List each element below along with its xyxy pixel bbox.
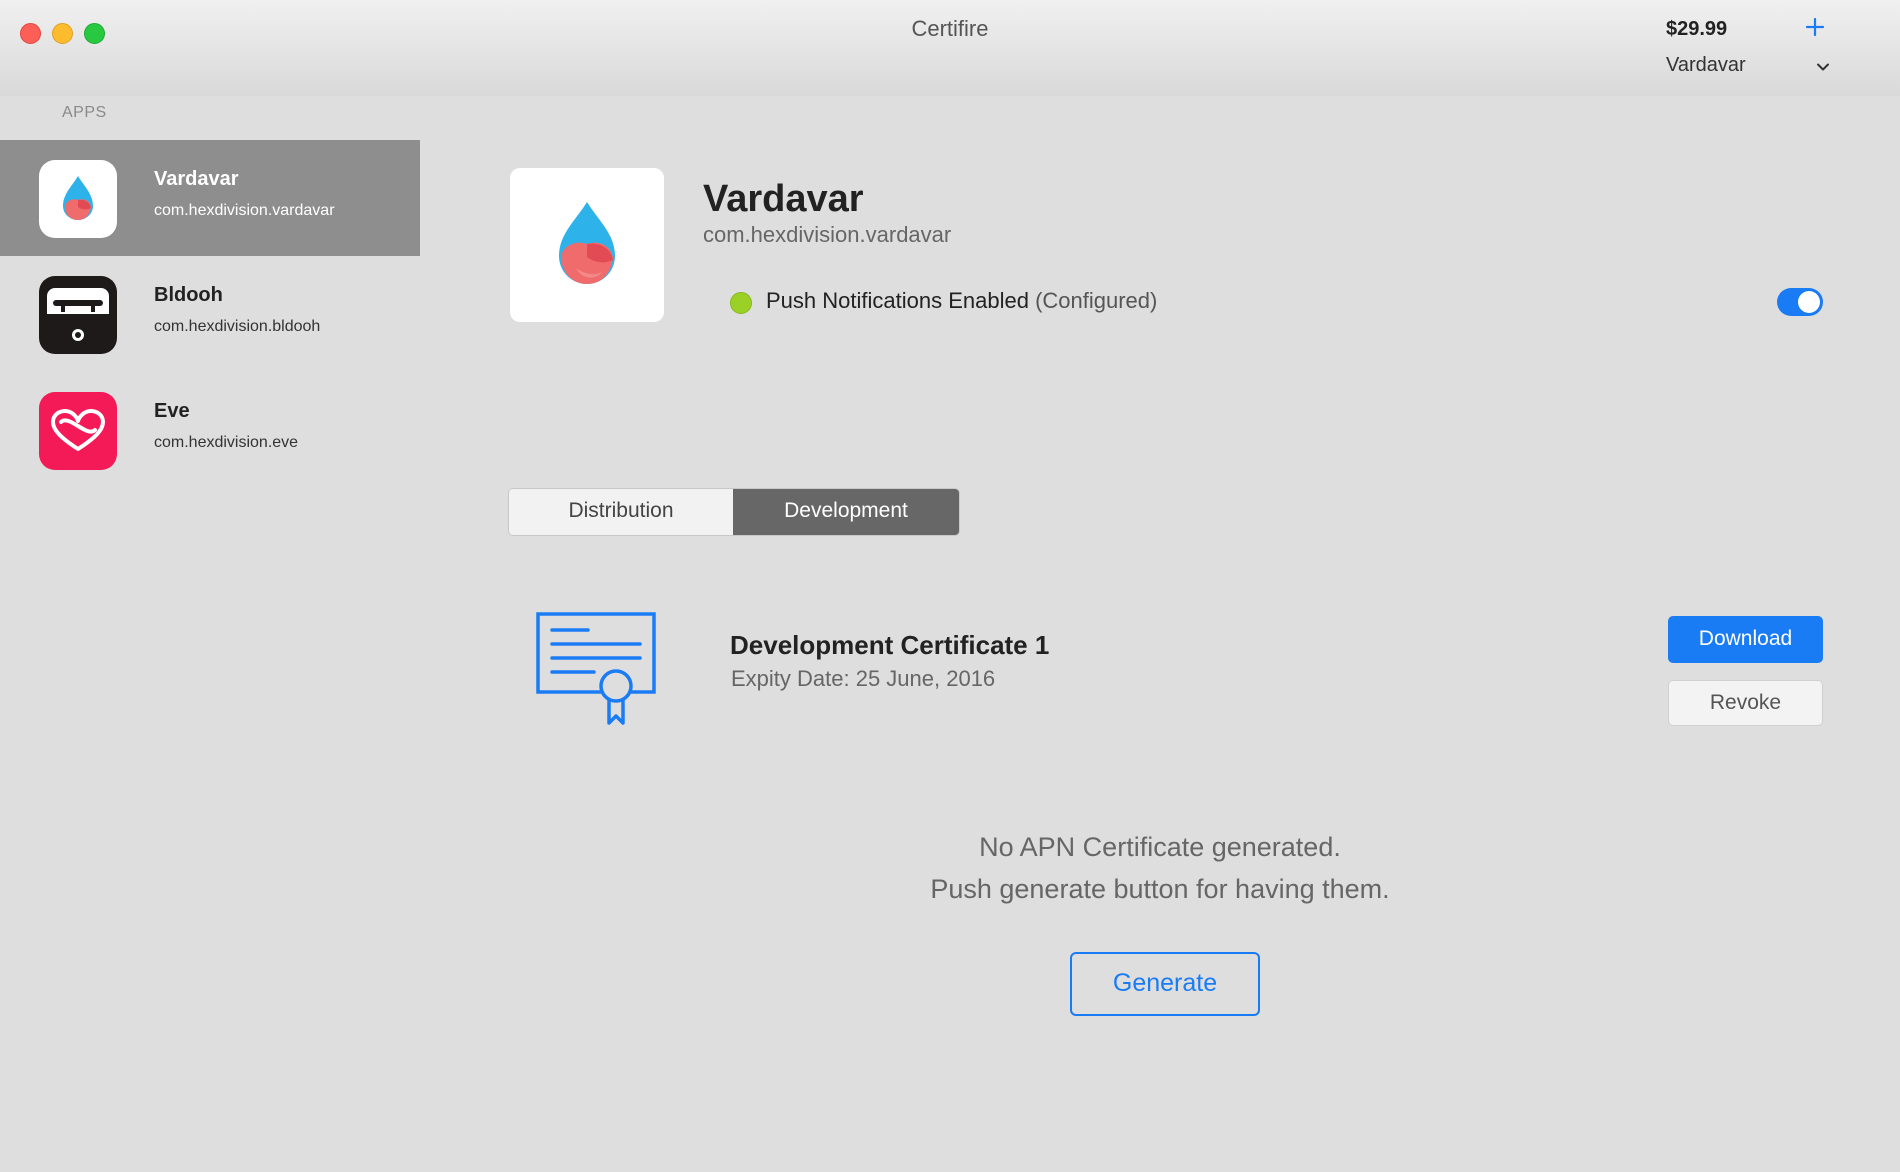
- app-detail-icon: [510, 168, 664, 322]
- window-title: Certifire: [911, 16, 989, 41]
- apn-empty-message: No APN Certificate generated.: [979, 832, 1341, 862]
- sidebar-item-vardavar[interactable]: Vardavar com.hexdivision.vardavar: [0, 140, 420, 256]
- apn-empty-hint: Push generate button for having them.: [930, 874, 1390, 904]
- certificate-type-tabs: Distribution Development: [508, 488, 960, 536]
- app-name: Eve: [154, 400, 190, 422]
- sidebar: APPS Vardavar com.hexdivision.vardavar B…: [0, 96, 420, 1172]
- app-window: Certifire $29.99 Vardavar APPS Vardavar …: [0, 0, 1900, 1172]
- price-label: $29.99: [1666, 18, 1728, 40]
- sidebar-item-eve[interactable]: Eve com.hexdivision.eve: [0, 372, 420, 488]
- toggle-knob: [1798, 291, 1820, 313]
- chevron-down-icon: [1817, 63, 1829, 71]
- title-bar: Certifire $29.99 Vardavar: [0, 0, 1900, 97]
- tab-development[interactable]: Development: [733, 489, 959, 535]
- push-configured-label: (Configured): [1035, 288, 1158, 313]
- push-status-text: Push Notifications Enabled (Configured): [766, 288, 1157, 314]
- certificate-title: Development Certificate 1: [730, 630, 1050, 660]
- app-detail-pane: Vardavar com.hexdivision.vardavar Push N…: [420, 96, 1900, 1146]
- app-name: Vardavar: [154, 168, 239, 190]
- push-label: Push Notifications Enabled: [766, 288, 1029, 313]
- water-drop-icon: [39, 160, 117, 238]
- certificate-icon: [536, 612, 656, 725]
- bus-icon: [39, 276, 117, 354]
- app-name: Bldooh: [154, 284, 223, 306]
- revoke-button[interactable]: Revoke: [1668, 680, 1823, 726]
- account-name: Vardavar: [1666, 54, 1746, 76]
- app-bundle-id: com.hexdivision.eve: [154, 434, 299, 451]
- push-notifications-toggle[interactable]: [1777, 288, 1823, 316]
- download-button[interactable]: Download: [1668, 616, 1823, 663]
- add-app-button[interactable]: [1802, 14, 1828, 40]
- tab-distribution[interactable]: Distribution: [509, 489, 733, 535]
- generate-button[interactable]: Generate: [1070, 952, 1260, 1016]
- heart-loop-icon: [39, 392, 117, 470]
- app-bundle-id: com.hexdivision.vardavar: [154, 202, 335, 219]
- app-bundle-id: com.hexdivision.bldooh: [154, 318, 321, 335]
- sidebar-item-bldooh[interactable]: Bldooh com.hexdivision.bldooh: [0, 256, 420, 372]
- apps-section-header: APPS: [62, 104, 107, 121]
- plus-icon: [1805, 17, 1825, 37]
- account-dropdown[interactable]: Vardavar: [1664, 52, 1836, 82]
- app-detail-bundle-id: com.hexdivision.vardavar: [703, 222, 952, 247]
- water-drop-icon: [559, 202, 615, 284]
- app-detail-title: Vardavar: [703, 178, 864, 220]
- status-indicator: [730, 292, 752, 314]
- certificate-expiry: Expity Date: 25 June, 2016: [731, 666, 996, 691]
